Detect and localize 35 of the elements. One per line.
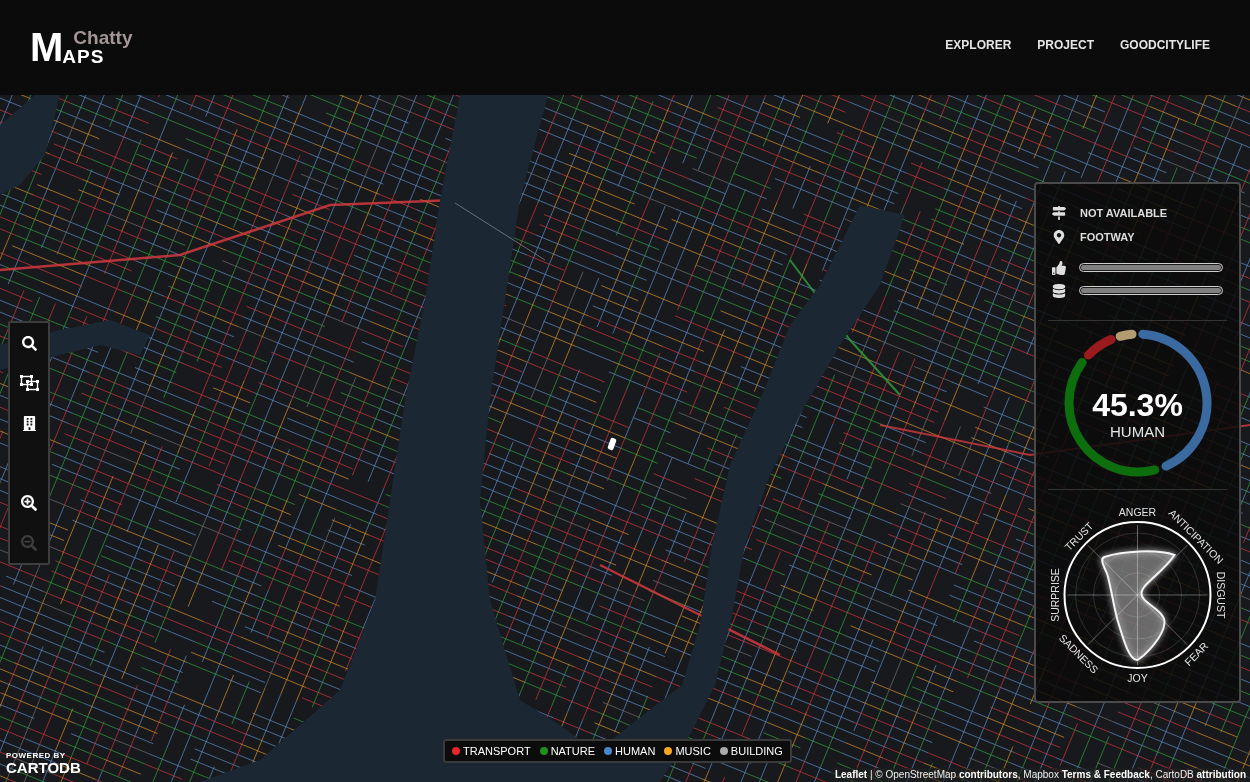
selection-boxes-icon — [19, 375, 39, 391]
legend-label: BUILDING — [730, 744, 783, 758]
legend-label: NATURE — [550, 744, 596, 758]
cartodb-logo-link[interactable]: POWERED BY CARTODB — [6, 751, 81, 776]
zoom-out-icon — [21, 535, 37, 551]
axis-label: DISGUST — [1214, 571, 1227, 619]
nav-link[interactable]: PROJECT — [1037, 36, 1094, 54]
database-icon — [1052, 283, 1066, 298]
axis-label: SURPRISE — [1048, 568, 1061, 622]
street-marker-icon — [607, 437, 617, 451]
nav-link[interactable]: GOODCITYLIFE — [1120, 36, 1210, 54]
gauge-value: 45.3% — [1092, 387, 1183, 423]
map-attribution: Leaflet | © OpenStreetMap contributors, Mapbox Terms & Feedback, CartoDB attribution — [830, 768, 1250, 782]
street-type-label: FOOTWAY — [1080, 229, 1135, 245]
legend-label: HUMAN — [615, 744, 656, 758]
attribution-link[interactable]: Leaflet — [834, 769, 868, 780]
legend-label: MUSIC — [675, 744, 711, 758]
logo-letter: M — [30, 27, 64, 66]
building-icon — [21, 415, 37, 431]
logo-word: Chatty — [73, 27, 133, 47]
location-pin-icon — [1052, 230, 1066, 244]
axis-label: JOY — [1127, 672, 1148, 684]
attribution-link[interactable]: Terms & Feedback — [1061, 769, 1150, 780]
thumbs-up-icon — [1052, 260, 1066, 275]
zoom-in-icon — [21, 495, 37, 511]
attribution-link[interactable]: contributors — [958, 769, 1018, 780]
gauge-label: HUMAN — [1110, 423, 1165, 441]
attribution-link[interactable]: attribution — [1196, 769, 1246, 780]
nav-link[interactable]: EXPLORER — [945, 36, 1012, 54]
signpost-icon — [1052, 206, 1066, 220]
legend-label: TRANSPORT — [463, 744, 531, 758]
logo-word: APS — [62, 47, 105, 66]
axis-label: ANGER — [1118, 506, 1157, 518]
search-icon — [21, 335, 37, 351]
street-name-label: NOT AVAILABLE — [1080, 205, 1168, 221]
